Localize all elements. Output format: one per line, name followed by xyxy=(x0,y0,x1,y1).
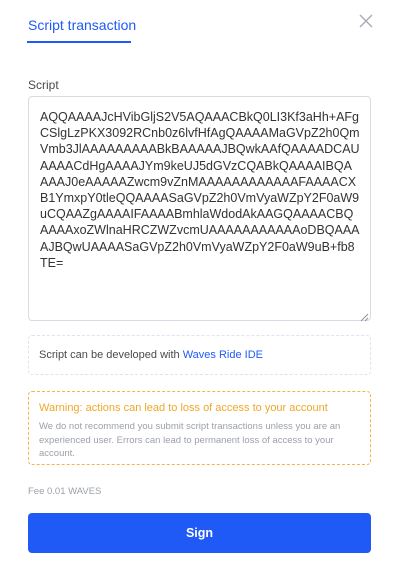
tab-active-underline xyxy=(27,41,131,43)
fee-text: Fee 0.01 WAVES xyxy=(28,486,102,497)
close-icon[interactable] xyxy=(357,12,375,30)
waves-ride-ide-link[interactable]: Waves Ride IDE xyxy=(183,349,263,361)
tab-script-transaction[interactable]: Script transaction xyxy=(28,17,136,33)
ide-info-box: Script can be developed with Waves Ride … xyxy=(28,335,371,375)
script-label: Script xyxy=(28,78,59,92)
script-textarea[interactable]: AQQAAAAJcHVibGljS2V5AQAAACBkQ0LI3Kf3aHh+… xyxy=(28,96,371,321)
resize-grip-icon[interactable] xyxy=(360,309,369,322)
ide-info-text: Script can be developed with xyxy=(39,349,183,361)
warning-box: Warning: actions can lead to loss of acc… xyxy=(28,391,371,465)
warning-text: We do not recommend you submit script tr… xyxy=(39,421,341,459)
warning-title: Warning: actions can lead to loss of acc… xyxy=(39,402,328,414)
sign-button[interactable]: Sign xyxy=(28,513,371,553)
